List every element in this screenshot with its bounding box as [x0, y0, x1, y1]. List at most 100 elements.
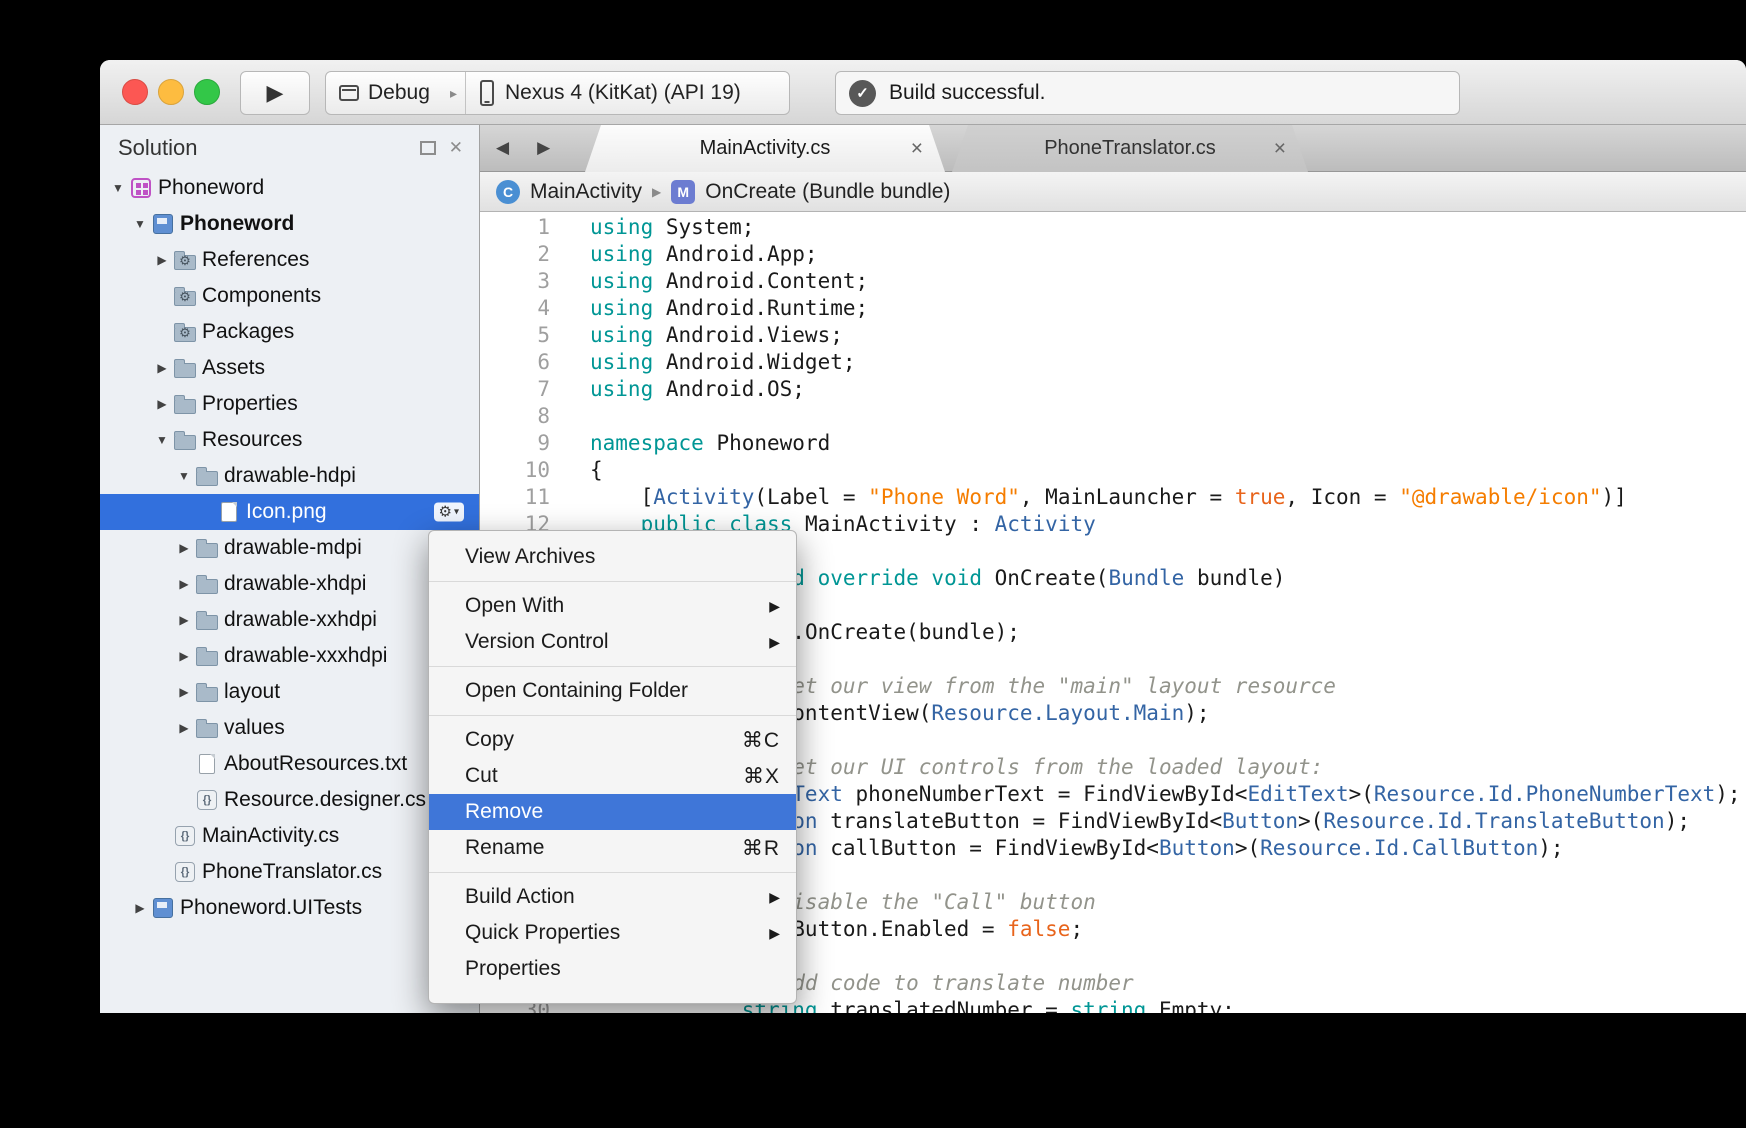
close-window-button[interactable]	[122, 79, 148, 105]
disclosure-down-icon[interactable]: ▼	[108, 181, 128, 195]
chevron-right-icon: ▸	[450, 85, 457, 102]
disclosure-right-icon[interactable]: ▶	[152, 397, 172, 411]
menu-item-label: Rename	[465, 836, 544, 860]
sidebar-item-drawable-mdpi[interactable]: ▶drawable-mdpi	[100, 530, 479, 566]
folder-icon	[196, 651, 218, 666]
menu-item-cut[interactable]: Cut⌘X	[429, 758, 796, 794]
item-icon	[194, 467, 220, 486]
disclosure-right-icon[interactable]: ▶	[174, 541, 194, 555]
submenu-arrow-icon: ▶	[769, 634, 780, 651]
tab-mainactivity-cs[interactable]: MainActivity.cs ×	[585, 125, 945, 172]
disclosure-right-icon[interactable]: ▶	[152, 253, 172, 267]
item-icon	[172, 826, 198, 846]
solution-icon	[131, 178, 151, 198]
project-icon	[153, 898, 173, 918]
disclosure-right-icon[interactable]: ▶	[174, 649, 194, 663]
sidebar-item-icon-png[interactable]: Icon.png⚙▾	[100, 494, 479, 530]
menu-item-remove[interactable]: Remove	[429, 794, 796, 830]
zoom-window-button[interactable]	[194, 79, 220, 105]
sidebar-item-drawable-xhdpi[interactable]: ▶drawable-xhdpi	[100, 566, 479, 602]
close-tab-icon[interactable]: ×	[911, 137, 923, 161]
sidebar-item-aboutresources-txt[interactable]: AboutResources.txt	[100, 746, 479, 782]
sidebar-item-assets[interactable]: ▶Assets	[100, 350, 479, 386]
folder-gear-icon	[174, 291, 196, 306]
code-line: 10{	[480, 457, 1746, 484]
main-split: Solution ✕ ▼Phoneword▼Phoneword▶Referenc…	[100, 125, 1746, 1013]
method-icon-letter: M	[677, 184, 689, 200]
disclosure-right-icon[interactable]: ▶	[174, 685, 194, 699]
sidebar-item-resources[interactable]: ▼Resources	[100, 422, 479, 458]
sidebar-item-phonetranslator-cs[interactable]: PhoneTranslator.cs	[100, 854, 479, 890]
sidebar-item-drawable-hdpi[interactable]: ▼drawable-hdpi	[100, 458, 479, 494]
sidebar-item-properties[interactable]: ▶Properties	[100, 386, 479, 422]
disclosure-right-icon[interactable]: ▶	[174, 577, 194, 591]
menu-item-view-archives[interactable]: View Archives	[429, 539, 796, 575]
device-selector[interactable]: Nexus 4 (KitKat) (API 19)	[466, 72, 789, 114]
close-pad-icon[interactable]: ✕	[449, 139, 463, 156]
sidebar-item-drawable-xxxhdpi[interactable]: ▶drawable-xxxhdpi	[100, 638, 479, 674]
minimize-window-button[interactable]	[158, 79, 184, 105]
menu-item-open-containing-folder[interactable]: Open Containing Folder	[429, 673, 796, 709]
sidebar-item-phoneword-uitests[interactable]: ▶ Phoneword.UITests	[100, 890, 479, 926]
disclosure-right-icon[interactable]: ▶	[174, 613, 194, 627]
disclosure-down-icon[interactable]: ▼	[152, 433, 172, 447]
menu-item-quick-properties[interactable]: Quick Properties▶	[429, 915, 796, 951]
menu-item-rename[interactable]: Rename⌘R	[429, 830, 796, 866]
line-number: 7	[480, 376, 566, 403]
code-text: using Android.Runtime;	[566, 295, 868, 322]
disclosure-right-icon[interactable]: ▶	[174, 721, 194, 735]
item-options-gear-button[interactable]: ⚙▾	[434, 503, 464, 522]
solution-tree: ▼Phoneword▼Phoneword▶ReferencesComponent…	[100, 170, 479, 1013]
sidebar-item-references[interactable]: ▶References	[100, 242, 479, 278]
item-icon	[150, 214, 176, 234]
breadcrumb-method[interactable]: OnCreate (Bundle bundle)	[705, 180, 950, 204]
disclosure-right-icon[interactable]: ▶	[130, 901, 150, 915]
code-line: 11 [Activity(Label = "Phone Word", MainL…	[480, 484, 1746, 511]
run-button[interactable]: ▶	[240, 71, 310, 115]
code-text: {	[566, 457, 603, 484]
sidebar-item-values[interactable]: ▶values	[100, 710, 479, 746]
menu-item-copy[interactable]: Copy⌘C	[429, 722, 796, 758]
folder-icon	[196, 543, 218, 558]
method-icon: M	[671, 180, 695, 204]
sidebar-item-label: drawable-xxhdpi	[224, 608, 377, 632]
nav-back-icon[interactable]: ◀	[496, 138, 509, 158]
item-icon	[194, 539, 220, 558]
dock-pad-icon[interactable]	[420, 141, 436, 155]
sidebar-item-packages[interactable]: Packages	[100, 314, 479, 350]
sidebar-item-layout[interactable]: ▶ layout	[100, 674, 479, 710]
checkmark-icon: ✓	[849, 80, 876, 107]
sidebar-item-label: layout	[224, 680, 280, 704]
line-number: 1	[480, 214, 566, 241]
breadcrumb-class[interactable]: MainActivity	[530, 180, 642, 204]
menu-item-properties[interactable]: Properties	[429, 951, 796, 987]
code-line: 1using System;	[480, 214, 1746, 241]
breadcrumb-separator-icon: ▶	[652, 185, 661, 199]
folder-icon	[174, 435, 196, 450]
sidebar-item-label: Phoneword.UITests	[180, 896, 362, 920]
menu-item-open-with[interactable]: Open With▶	[429, 588, 796, 624]
solution-pad: Solution ✕ ▼Phoneword▼Phoneword▶Referenc…	[100, 125, 480, 1013]
menu-item-version-control[interactable]: Version Control▶	[429, 624, 796, 660]
tab-navigation: ◀ ▶	[496, 125, 550, 171]
sidebar-item-mainactivity-cs[interactable]: MainActivity.cs	[100, 818, 479, 854]
configuration-icon	[339, 85, 359, 101]
submenu-arrow-icon: ▶	[769, 925, 780, 942]
play-icon: ▶	[267, 80, 284, 106]
code-line: 2using Android.App;	[480, 241, 1746, 268]
sidebar-item-components[interactable]: Components	[100, 278, 479, 314]
menu-item-build-action[interactable]: Build Action▶	[429, 879, 796, 915]
sidebar-item-phoneword[interactable]: ▼Phoneword	[100, 206, 479, 242]
nav-forward-icon[interactable]: ▶	[537, 138, 550, 158]
code-text	[566, 403, 603, 430]
sidebar-item-resource-designer-cs[interactable]: Resource.designer.cs	[100, 782, 479, 818]
disclosure-down-icon[interactable]: ▼	[130, 217, 150, 231]
menu-item-label: Cut	[465, 764, 498, 788]
disclosure-right-icon[interactable]: ▶	[152, 361, 172, 375]
close-tab-icon[interactable]: ×	[1274, 137, 1286, 161]
tab-phonetranslator-cs[interactable]: PhoneTranslator.cs ×	[952, 125, 1308, 172]
sidebar-item-drawable-xxhdpi[interactable]: ▶ drawable-xxhdpi	[100, 602, 479, 638]
sidebar-item-phoneword[interactable]: ▼Phoneword	[100, 170, 479, 206]
disclosure-down-icon[interactable]: ▼	[174, 469, 194, 483]
build-configuration-selector[interactable]: Debug ▸	[326, 72, 466, 114]
